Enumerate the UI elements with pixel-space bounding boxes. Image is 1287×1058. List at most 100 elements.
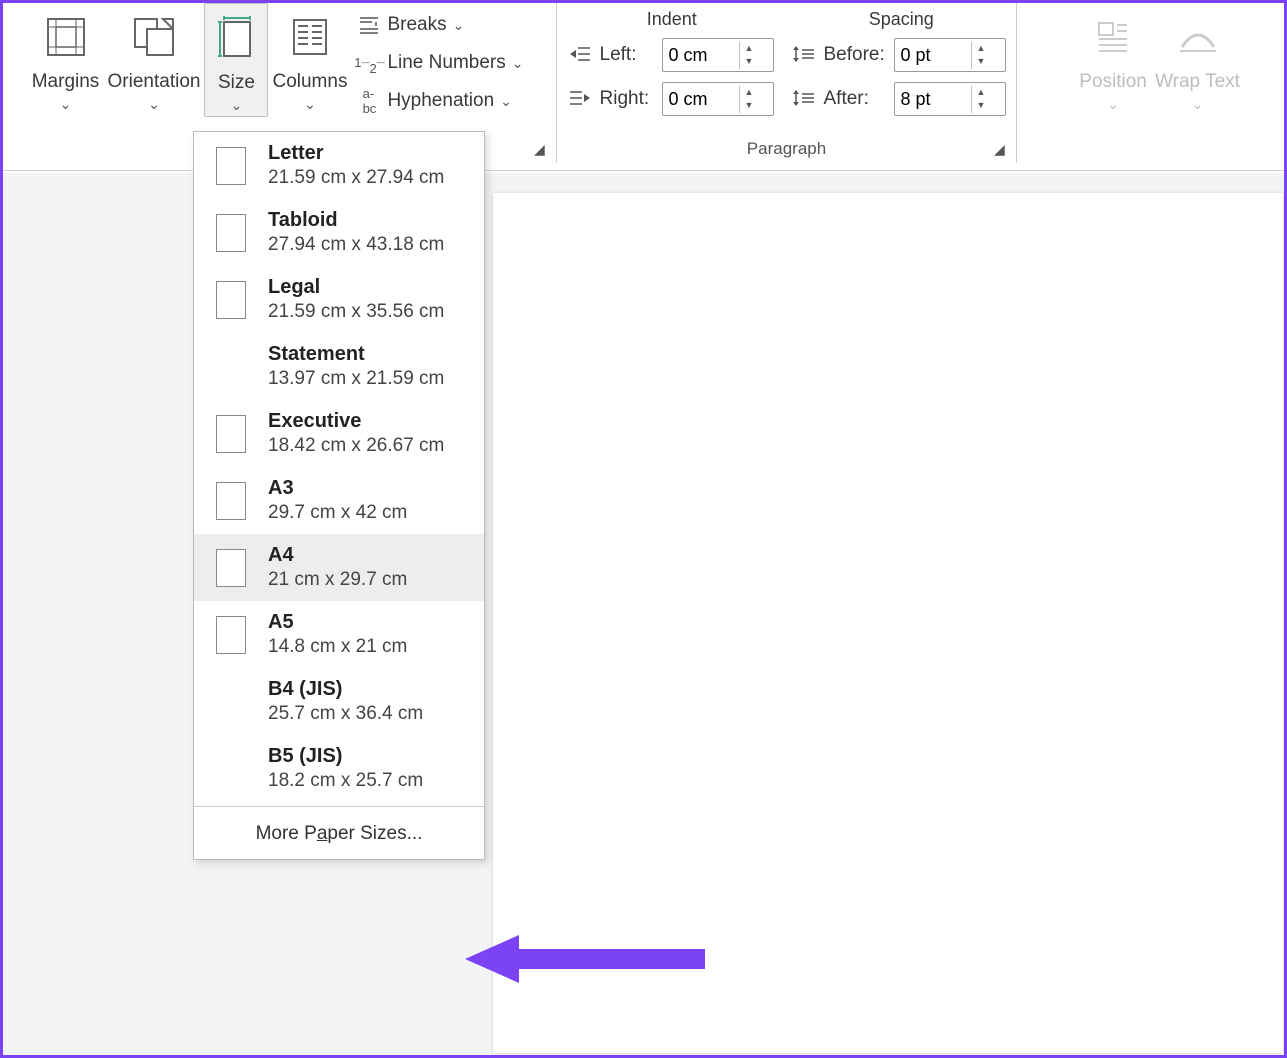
spin-up-icon[interactable]: ▲	[972, 86, 991, 100]
size-option-statement[interactable]: Statement13.97 cm x 21.59 cm	[194, 333, 484, 400]
spin-up-icon[interactable]: ▲	[740, 86, 759, 100]
size-icon	[212, 14, 260, 62]
spin-up-icon[interactable]: ▲	[972, 42, 991, 56]
chevron-down-icon: ⌄	[1107, 96, 1119, 113]
size-option-dimensions: 29.7 cm x 42 cm	[268, 502, 407, 524]
size-option-dimensions: 27.94 cm x 43.18 cm	[268, 234, 444, 256]
spacing-before-icon	[792, 45, 818, 65]
separator	[194, 806, 484, 807]
document-page[interactable]	[493, 193, 1283, 1053]
breaks-label: Breaks	[387, 14, 446, 36]
columns-button[interactable]: Columns ⌄	[268, 3, 351, 115]
wrap-text-label: Wrap Text	[1155, 71, 1240, 94]
size-option-name: B4 (JIS)	[268, 678, 423, 701]
breaks-button[interactable]: Breaks ⌄	[357, 13, 523, 37]
hyphenation-icon: a-bc	[357, 89, 381, 113]
size-option-name: Letter	[268, 142, 444, 165]
orientation-icon	[130, 13, 178, 61]
indent-right-icon	[568, 89, 594, 109]
chevron-down-icon: ⌄	[231, 97, 243, 114]
hyphenation-label: Hyphenation	[387, 90, 494, 112]
spin-down-icon[interactable]: ▼	[740, 99, 759, 113]
orientation-label: Orientation	[108, 71, 201, 94]
page-thumb-icon	[216, 750, 246, 788]
margins-button[interactable]: Margins ⌄	[28, 3, 104, 115]
margins-label: Margins	[32, 71, 100, 94]
page-thumb-icon	[216, 683, 246, 721]
size-option-tabloid[interactable]: Tabloid27.94 cm x 43.18 cm	[194, 199, 484, 266]
size-dropdown: Letter21.59 cm x 27.94 cmTabloid27.94 cm…	[193, 131, 485, 860]
page-thumb-icon	[216, 281, 246, 319]
columns-icon	[286, 13, 334, 61]
page-setup-launcher[interactable]: ◢	[534, 141, 550, 157]
page-thumb-icon	[216, 482, 246, 520]
indent-left-label: Left:	[600, 44, 656, 66]
chevron-down-icon: ⌄	[1192, 96, 1204, 113]
margins-icon	[42, 13, 90, 61]
size-option-legal[interactable]: Legal21.59 cm x 35.56 cm	[194, 266, 484, 333]
more-paper-sizes[interactable]: More Paper Sizes...	[194, 811, 484, 859]
position-icon	[1089, 13, 1137, 61]
size-option-dimensions: 21 cm x 29.7 cm	[268, 569, 407, 591]
spacing-after-icon	[792, 89, 818, 109]
hyphenation-button[interactable]: a-bc Hyphenation ⌄	[357, 89, 523, 113]
size-button[interactable]: Size ⌄	[204, 3, 268, 117]
spacing-after-input[interactable]: ▲▼	[894, 82, 1006, 116]
size-option-dimensions: 18.42 cm x 26.67 cm	[268, 435, 444, 457]
page-thumb-icon	[216, 549, 246, 587]
spin-down-icon[interactable]: ▼	[972, 99, 991, 113]
chevron-down-icon: ⌄	[500, 93, 512, 110]
indent-left-icon	[568, 45, 594, 65]
size-option-name: Tabloid	[268, 209, 444, 232]
line-numbers-icon: 1—2—	[357, 51, 381, 75]
size-option-dimensions: 18.2 cm x 25.7 cm	[268, 770, 423, 792]
size-option-name: A3	[268, 477, 407, 500]
size-option-executive[interactable]: Executive18.42 cm x 26.67 cm	[194, 400, 484, 467]
line-numbers-button[interactable]: 1—2— Line Numbers ⌄	[357, 51, 523, 75]
size-option-dimensions: 13.97 cm x 21.59 cm	[268, 368, 444, 390]
wrap-text-icon	[1174, 13, 1222, 61]
spin-down-icon[interactable]: ▼	[740, 55, 759, 69]
size-option-a5[interactable]: A514.8 cm x 21 cm	[194, 601, 484, 668]
position-label: Position	[1079, 71, 1147, 94]
spin-down-icon[interactable]: ▼	[972, 55, 991, 69]
page-thumb-icon	[216, 214, 246, 252]
size-option-a3[interactable]: A329.7 cm x 42 cm	[194, 467, 484, 534]
size-option-dimensions: 21.59 cm x 35.56 cm	[268, 301, 444, 323]
indent-header: Indent	[557, 9, 787, 30]
indent-right-label: Right:	[600, 88, 656, 110]
columns-label: Columns	[272, 71, 347, 94]
breaks-icon	[357, 13, 381, 37]
spacing-header: Spacing	[787, 9, 1017, 30]
size-option-b5-jis-[interactable]: B5 (JIS)18.2 cm x 25.7 cm	[194, 735, 484, 802]
spacing-before-label: Before:	[824, 44, 888, 66]
size-option-dimensions: 25.7 cm x 36.4 cm	[268, 703, 423, 725]
chevron-down-icon: ⌄	[304, 96, 316, 113]
size-option-dimensions: 14.8 cm x 21 cm	[268, 636, 407, 658]
size-option-name: Legal	[268, 276, 444, 299]
size-option-name: A4	[268, 544, 407, 567]
size-option-name: B5 (JIS)	[268, 745, 423, 768]
indent-left-input[interactable]: ▲▼	[662, 38, 774, 72]
size-option-a4[interactable]: A421 cm x 29.7 cm	[194, 534, 484, 601]
position-button: Position ⌄	[1075, 3, 1151, 115]
chevron-down-icon: ⌄	[453, 17, 465, 34]
paragraph-launcher[interactable]: ◢	[994, 141, 1010, 157]
orientation-button[interactable]: Orientation ⌄	[104, 3, 205, 115]
page-thumb-icon	[216, 616, 246, 654]
spacing-before-input[interactable]: ▲▼	[894, 38, 1006, 72]
chevron-down-icon: ⌄	[512, 55, 524, 72]
paragraph-group-label: Paragraph	[557, 139, 1016, 159]
annotation-arrow-icon	[465, 929, 705, 989]
indent-right-input[interactable]: ▲▼	[662, 82, 774, 116]
size-option-b4-jis-[interactable]: B4 (JIS)25.7 cm x 36.4 cm	[194, 668, 484, 735]
chevron-down-icon: ⌄	[148, 96, 160, 113]
line-numbers-label: Line Numbers	[387, 52, 505, 74]
size-option-letter[interactable]: Letter21.59 cm x 27.94 cm	[194, 132, 484, 199]
size-label: Size	[218, 72, 255, 95]
wrap-text-button: Wrap Text ⌄	[1151, 3, 1244, 115]
spin-up-icon[interactable]: ▲	[740, 42, 759, 56]
page-thumb-icon	[216, 348, 246, 386]
size-option-dimensions: 21.59 cm x 27.94 cm	[268, 167, 444, 189]
size-option-name: A5	[268, 611, 407, 634]
